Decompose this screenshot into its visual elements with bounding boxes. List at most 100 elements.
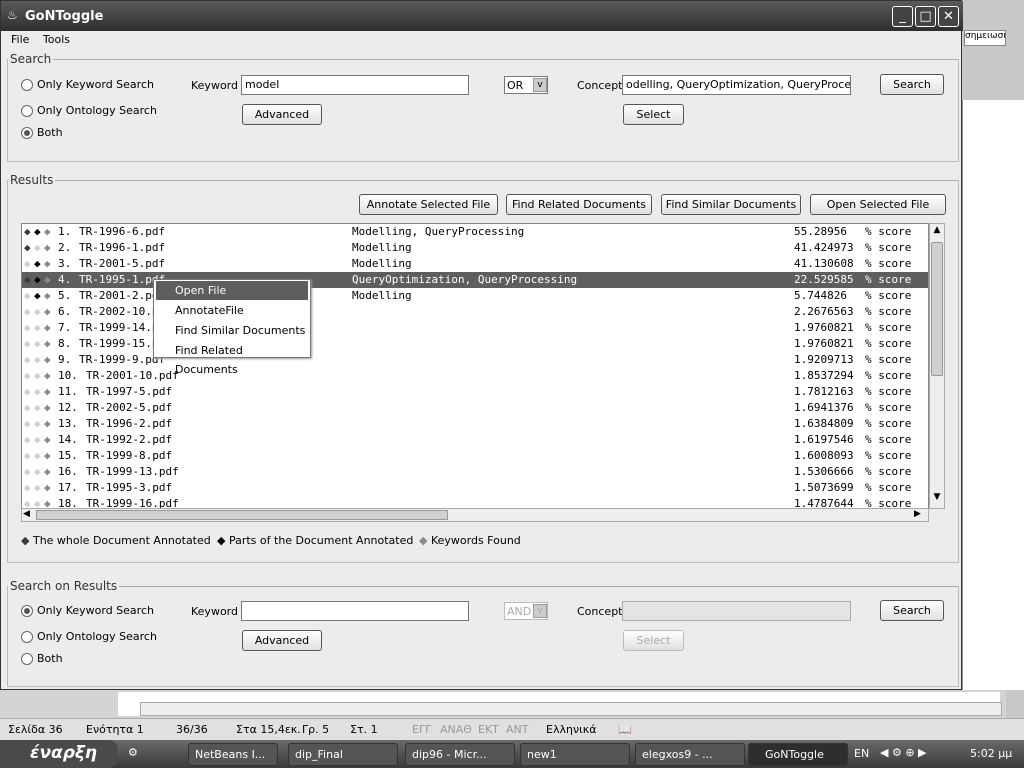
search-button[interactable]: Search [880, 74, 944, 95]
scroll-right-icon[interactable]: ▶ [914, 509, 926, 519]
score-suffix: % score [865, 417, 912, 430]
result-row[interactable]: ◆ ◆ ◆ 3. TR-2001-5.pdf Modelling 41.130608% sc… [22, 256, 928, 272]
result-row[interactable]: ◆ ◆ ◆ 16. TR-1999-13.pdf 1.5306666% score [22, 464, 928, 480]
minimize-button[interactable]: _ [892, 6, 913, 27]
result-filename: TR-1992-2.pdf [86, 433, 173, 446]
quicklaunch-icon[interactable]: ⚙ [128, 746, 138, 759]
legend-item-parts: ◆ Parts of the Document Annotated [217, 534, 413, 547]
context-menu: Open File AnnotateFile Find Similar Docume… [153, 279, 311, 376]
style-dropdown[interactable]: σημειωση [964, 30, 1006, 46]
taskbar-item[interactable]: elegxos9 - ... [635, 743, 745, 766]
radio-only-ontology[interactable]: Only Ontology Search [21, 104, 157, 117]
open-selected-file-button[interactable]: Open Selected File [810, 194, 946, 215]
taskbar-item[interactable]: dip_Final [288, 743, 398, 766]
result-row[interactable]: ◆ ◆ ◆ 2. TR-1996-1.pdf Modelling 41.424973% sc… [22, 240, 928, 256]
vertical-scrollbar[interactable]: ▲ ▼ [929, 223, 945, 509]
chevron-down-icon[interactable]: v [533, 604, 547, 618]
radio-circle[interactable] [21, 604, 33, 617]
chevron-down-icon[interactable]: v [533, 78, 547, 92]
status-at: Στα 15,4εκ. [236, 723, 301, 736]
result-row[interactable]: ◆ ◆ ◆ 10. TR-2001-10.pdf 1.8537294% score [22, 368, 928, 384]
radio-circle[interactable] [21, 78, 33, 91]
menu-file[interactable]: File [11, 33, 29, 46]
result-filename: TR-2002-5.pdf [86, 401, 173, 414]
context-menu-item[interactable]: AnnotateFile [156, 301, 308, 320]
taskbar: έναρξη ⚙ NetBeans I... dip_Final dip96 -… [0, 740, 1024, 768]
horizontal-scrollbar[interactable]: ◀ ▶ [21, 508, 929, 522]
sor-operator-select[interactable]: AND v [504, 602, 548, 620]
sor-radio-only-keyword[interactable]: Only Keyword Search [21, 604, 154, 617]
language-indicator[interactable]: EN [854, 747, 869, 760]
context-menu-item[interactable]: Open File [156, 281, 308, 300]
scroll-up-icon[interactable]: ▲ [931, 225, 943, 239]
taskbar-item[interactable]: NetBeans I... [188, 743, 278, 766]
status-rec[interactable]: ΕΓΓ [412, 723, 431, 736]
radio-circle[interactable] [21, 104, 33, 117]
context-menu-item[interactable]: Find Similar Documents [156, 321, 308, 340]
radio-both[interactable]: Both [21, 126, 63, 139]
scroll-down-icon[interactable]: ▼ [931, 492, 943, 506]
sor-advanced-button[interactable]: Advanced [242, 630, 322, 651]
result-filename: TR-2001-10.pdf [86, 369, 179, 382]
keyword-input[interactable]: model [241, 75, 469, 95]
result-row[interactable]: ◆ ◆ ◆ 13. TR-1996-2.pdf 1.6384809% score [22, 416, 928, 432]
diamond-whole-icon: ◆ [24, 273, 31, 286]
tray-icons[interactable]: ◀ ⚙ ⊕ ▶ [880, 746, 927, 759]
operator-value: AND [507, 604, 532, 618]
maximize-button[interactable]: □ [915, 6, 936, 27]
result-number: 13. [58, 417, 78, 430]
diamond-parts-icon: ◆ [217, 534, 226, 547]
score-suffix: % score [865, 305, 912, 318]
result-row[interactable]: ◆ ◆ ◆ 12. TR-2002-5.pdf 1.6941376% score [22, 400, 928, 416]
advanced-button[interactable]: Advanced [242, 104, 322, 125]
radio-circle[interactable] [21, 652, 33, 665]
window-title: GoNToggle [25, 9, 104, 24]
sor-select-button[interactable]: Select [623, 630, 684, 651]
result-concepts: Modelling [352, 241, 412, 254]
status-ovr[interactable]: ΑΝΤ [506, 723, 528, 736]
result-row[interactable]: ◆ ◆ ◆ 1. TR-1996-6.pdf Modelling, QueryProces… [22, 224, 928, 240]
diamond-keywords-icon: ◆ [44, 401, 51, 414]
scroll-left-icon[interactable]: ◀ [23, 509, 35, 519]
scrollbar-thumb[interactable] [36, 510, 448, 520]
sor-radio-both[interactable]: Both [21, 652, 63, 665]
start-button[interactable]: έναρξη [0, 740, 118, 768]
find-similar-documents-button[interactable]: Find Similar Documents [661, 194, 801, 215]
result-row[interactable]: ◆ ◆ ◆ 11. TR-1997-5.pdf 1.7812163% score [22, 384, 928, 400]
diamond-keywords-icon: ◆ [44, 337, 51, 350]
spellcheck-icon[interactable]: 📖 [618, 723, 632, 736]
result-number: 8. [58, 337, 72, 350]
diamond-none-icon: ◆ [24, 401, 31, 414]
radio-only-keyword[interactable]: Only Keyword Search [21, 78, 154, 91]
diamond-none-icon: ◆ [34, 337, 41, 350]
sor-search-button[interactable]: Search [880, 600, 944, 621]
annotate-selected-file-button[interactable]: Annotate Selected File [359, 194, 498, 215]
concept-input[interactable]: odelling, QueryOptimization, QueryProces… [622, 75, 851, 95]
result-score: 1.9209713 [794, 353, 854, 366]
menu-tools[interactable]: Tools [43, 33, 70, 46]
taskbar-item[interactable]: dip96 - Micr... [405, 743, 515, 766]
radio-circle[interactable] [21, 126, 33, 139]
status-trk[interactable]: ΑΝΑΘ [440, 723, 472, 736]
find-related-documents-button[interactable]: Find Related Documents [506, 194, 652, 215]
close-button[interactable]: ✕ [938, 6, 959, 27]
result-row[interactable]: ◆ ◆ ◆ 14. TR-1992-2.pdf 1.6197546% score [22, 432, 928, 448]
context-menu-item[interactable]: Find Related Documents [156, 341, 308, 376]
result-row[interactable]: ◆ ◆ ◆ 17. TR-1995-3.pdf 1.5073699% score [22, 480, 928, 496]
operator-select[interactable]: OR v [504, 76, 548, 94]
word-horizontal-scrollbar[interactable] [140, 702, 1002, 716]
sor-radio-only-ontology[interactable]: Only Ontology Search [21, 630, 157, 643]
diamond-parts-icon: ◆ [34, 273, 41, 286]
taskbar-item[interactable]: new1 [520, 743, 630, 766]
select-concept-button[interactable]: Select [623, 104, 684, 125]
result-number: 4. [58, 273, 72, 286]
sor-keyword-input[interactable] [241, 601, 469, 621]
sor-concept-input[interactable] [622, 601, 851, 621]
result-row[interactable]: ◆ ◆ ◆ 15. TR-1999-8.pdf 1.6008093% score [22, 448, 928, 464]
score-suffix: % score [865, 433, 912, 446]
status-ext[interactable]: ΕΚΤ [478, 723, 499, 736]
results-list[interactable]: ◆ ◆ ◆ 1. TR-1996-6.pdf Modelling, QueryProces… [21, 223, 929, 509]
radio-circle[interactable] [21, 630, 33, 643]
scrollbar-thumb[interactable] [931, 242, 943, 376]
taskbar-item-active[interactable]: GoNToggle [748, 743, 848, 766]
